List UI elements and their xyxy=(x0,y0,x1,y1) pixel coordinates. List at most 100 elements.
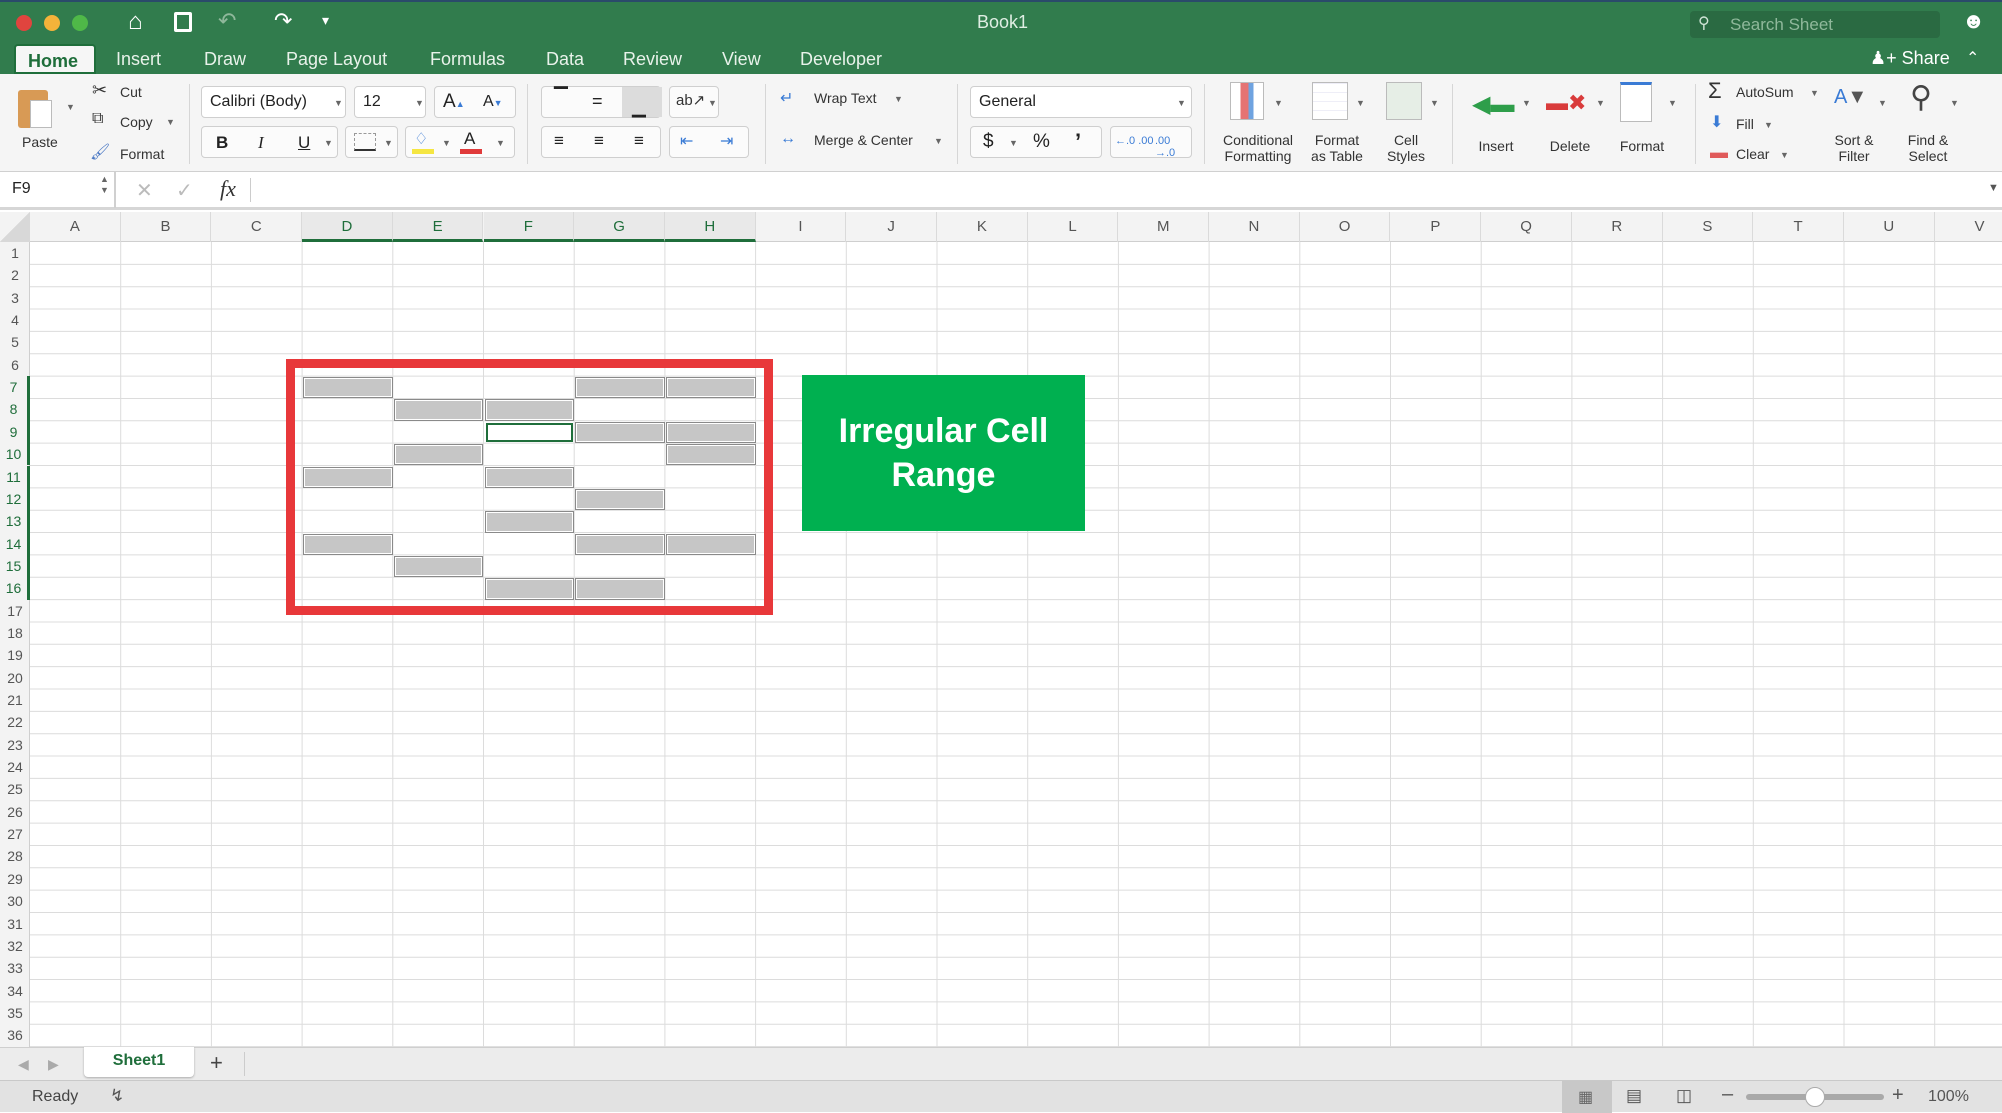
row-header-24[interactable]: 24 xyxy=(0,756,30,778)
find-select-button[interactable]: ⚲ ▼ Find & Select xyxy=(1900,80,1970,170)
insert-cells-button[interactable]: ◀▬ ▼ Insert xyxy=(1466,80,1536,170)
increase-decimal-button[interactable]: ←.0 .00 xyxy=(1115,135,1154,147)
tab-draw[interactable]: Draw xyxy=(192,44,258,74)
row-header-3[interactable]: 3 xyxy=(0,287,30,309)
column-header-P[interactable]: P xyxy=(1391,212,1482,242)
select-all-button[interactable] xyxy=(0,212,30,242)
row-header-28[interactable]: 28 xyxy=(0,845,30,867)
column-header-U[interactable]: U xyxy=(1844,212,1935,242)
row-header-34[interactable]: 34 xyxy=(0,980,30,1002)
row-header-23[interactable]: 23 xyxy=(0,734,30,756)
row-header-11[interactable]: 11 xyxy=(0,465,30,488)
font-name-select[interactable]: Calibri (Body) ▼ xyxy=(201,86,346,118)
row-header-14[interactable]: 14 xyxy=(0,532,30,555)
tab-page-layout[interactable]: Page Layout xyxy=(274,44,399,74)
share-button[interactable]: ♟+ Share xyxy=(1870,44,1950,72)
row-header-13[interactable]: 13 xyxy=(0,510,30,533)
row-header-32[interactable]: 32 xyxy=(0,935,30,957)
tab-developer[interactable]: Developer xyxy=(788,44,894,74)
tab-data[interactable]: Data xyxy=(534,44,596,74)
paste-dropdown-icon[interactable]: ▼ xyxy=(66,102,75,112)
column-header-A[interactable]: A xyxy=(30,212,121,242)
row-header-31[interactable]: 31 xyxy=(0,913,30,935)
column-header-F[interactable]: F xyxy=(483,212,575,242)
currency-dropdown-icon[interactable]: ▼ xyxy=(1009,138,1018,148)
column-header-K[interactable]: K xyxy=(937,212,1028,242)
enter-icon[interactable]: ✓ xyxy=(176,178,193,203)
column-header-M[interactable]: M xyxy=(1118,212,1210,242)
column-header-R[interactable]: R xyxy=(1572,212,1663,242)
name-box-stepper-icon[interactable]: ▲ ▼ xyxy=(100,174,109,196)
row-header-9[interactable]: 9 xyxy=(0,420,30,444)
zoom-slider-handle[interactable] xyxy=(1805,1087,1825,1107)
search-sheet-input[interactable]: ⚲ Search Sheet xyxy=(1690,11,1940,38)
font-color-dropdown-icon[interactable]: ▼ xyxy=(496,138,505,148)
row-header-21[interactable]: 21 xyxy=(0,689,30,711)
minimize-window-button[interactable] xyxy=(44,15,60,31)
underline-dropdown-icon[interactable]: ▼ xyxy=(324,138,333,148)
accessibility-icon[interactable]: ↯ xyxy=(110,1086,124,1106)
paste-button[interactable] xyxy=(16,84,56,132)
number-format-select[interactable]: General ▼ xyxy=(970,86,1192,118)
row-header-2[interactable]: 2 xyxy=(0,264,30,286)
row-header-20[interactable]: 20 xyxy=(0,667,30,689)
page-layout-view-button[interactable]: ▤ xyxy=(1626,1086,1642,1106)
close-window-button[interactable] xyxy=(16,15,32,31)
collapse-ribbon-icon[interactable]: ⌃ xyxy=(1966,48,1979,68)
column-header-I[interactable]: I xyxy=(756,212,847,242)
zoom-in-button[interactable]: + xyxy=(1892,1084,1904,1107)
column-header-J[interactable]: J xyxy=(846,212,937,242)
row-header-25[interactable]: 25 xyxy=(0,778,30,800)
column-header-O[interactable]: O xyxy=(1300,212,1391,242)
increase-font-size-button[interactable]: A▲ xyxy=(443,91,465,113)
column-header-N[interactable]: N xyxy=(1209,212,1300,242)
sort-filter-button[interactable]: A▼ ▼ Sort & Filter xyxy=(1826,80,1894,170)
align-left-button[interactable]: ≡ xyxy=(554,131,564,151)
align-bottom-button[interactable]: ▁ xyxy=(622,87,662,117)
copy-dropdown-icon[interactable]: ▼ xyxy=(166,117,175,127)
column-header-V[interactable]: V xyxy=(1935,212,2002,242)
row-header-17[interactable]: 17 xyxy=(0,600,30,622)
column-header-T[interactable]: T xyxy=(1753,212,1844,242)
column-header-G[interactable]: G xyxy=(574,212,665,242)
zoom-slider[interactable] xyxy=(1746,1087,1884,1107)
row-header-33[interactable]: 33 xyxy=(0,957,30,979)
fill-color-button[interactable]: ♢ xyxy=(414,129,428,149)
align-middle-button[interactable]: = xyxy=(592,91,603,112)
delete-cells-button[interactable]: ▬✖ ▼ Delete xyxy=(1540,80,1610,170)
cancel-icon[interactable]: ✕ xyxy=(136,178,153,203)
font-size-select[interactable]: 12 ▼ xyxy=(354,86,426,118)
currency-button[interactable]: $ xyxy=(983,131,994,153)
column-header-Q[interactable]: Q xyxy=(1481,212,1572,242)
borders-button[interactable]: ▼ xyxy=(345,126,398,158)
row-header-10[interactable]: 10 xyxy=(0,443,30,466)
row-header-16[interactable]: 16 xyxy=(0,577,30,600)
row-header-26[interactable]: 26 xyxy=(0,801,30,823)
row-header-8[interactable]: 8 xyxy=(0,398,30,421)
row-header-29[interactable]: 29 xyxy=(0,868,30,890)
zoom-out-button[interactable]: – xyxy=(1722,1083,1733,1106)
home-icon[interactable]: ⌂ xyxy=(128,8,143,36)
name-box[interactable]: F9 ▲ ▼ xyxy=(0,172,116,208)
row-header-30[interactable]: 30 xyxy=(0,890,30,912)
row-header-6[interactable]: 6 xyxy=(0,354,30,376)
align-center-button[interactable]: ≡ xyxy=(594,131,604,151)
increase-indent-button[interactable]: ⇥ xyxy=(720,131,733,151)
row-header-22[interactable]: 22 xyxy=(0,711,30,733)
cell-styles-button[interactable]: ▼ Cell Styles xyxy=(1376,80,1446,170)
scroll-sheets-left-icon[interactable]: ◀ xyxy=(18,1056,29,1073)
row-header-36[interactable]: 36 xyxy=(0,1024,30,1046)
save-icon[interactable] xyxy=(174,12,192,32)
decrease-font-size-button[interactable]: A▼ xyxy=(483,93,503,111)
row-header-15[interactable]: 15 xyxy=(0,554,30,578)
row-header-7[interactable]: 7 xyxy=(0,376,30,399)
scroll-sheets-right-icon[interactable]: ▶ xyxy=(48,1056,59,1073)
italic-button[interactable]: I xyxy=(258,133,264,153)
format-cells-button[interactable]: ▼ Format xyxy=(1612,80,1682,170)
tab-home[interactable]: Home xyxy=(14,44,96,74)
zoom-window-button[interactable] xyxy=(72,15,88,31)
add-sheet-button[interactable]: + xyxy=(210,1050,223,1076)
percent-button[interactable]: % xyxy=(1033,131,1050,153)
copy-button[interactable]: Copy xyxy=(120,114,153,130)
orientation-button[interactable]: ab↗ ▼ xyxy=(669,86,719,118)
